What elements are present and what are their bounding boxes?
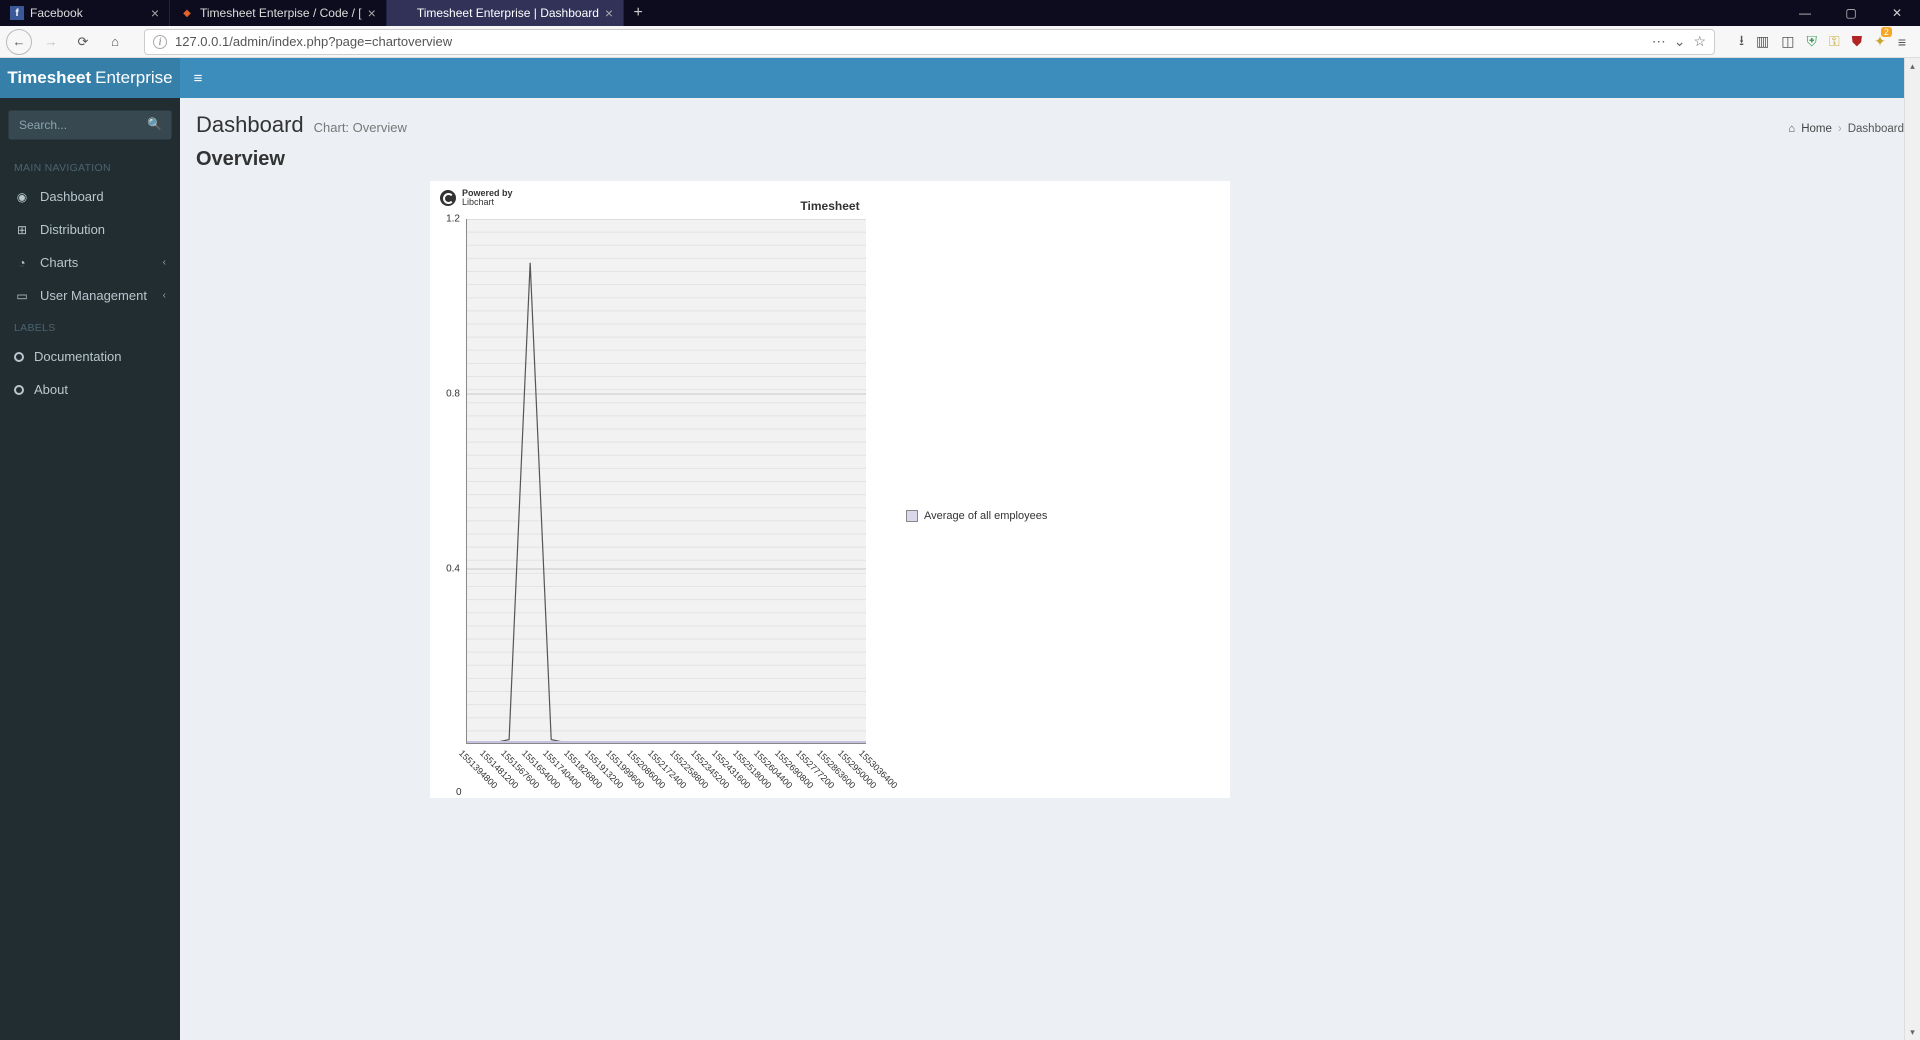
url-bar[interactable]: i 127.0.0.1/admin/index.php?page=chartov… <box>144 29 1715 55</box>
extension-badge-icon[interactable]: ✦ <box>1874 33 1886 50</box>
sidebar-item-label: About <box>34 382 68 397</box>
sidebar-header-main: MAIN NAVIGATION <box>0 152 180 180</box>
laptop-icon: ▭ <box>14 289 30 303</box>
scroll-down-icon[interactable]: ▾ <box>1905 1024 1920 1040</box>
tab-title: Timesheet Enterprise | Dashboard <box>417 6 599 20</box>
libchart-logo-icon <box>440 190 456 206</box>
vertical-scrollbar[interactable]: ▴ ▾ <box>1904 58 1920 1040</box>
site-info-icon[interactable]: i <box>153 35 167 49</box>
browser-tab-facebook[interactable]: f Facebook × <box>0 0 170 26</box>
window-controls: — ▢ ✕ <box>1782 0 1920 26</box>
close-icon[interactable]: × <box>605 5 613 21</box>
sidebar-item-label: Dashboard <box>40 189 104 204</box>
main-content: ≡ Dashboard Chart: Overview ⌂ Home › Das… <box>180 58 1920 1040</box>
breadcrumb-home[interactable]: Home <box>1801 123 1832 135</box>
menu-icon[interactable]: ≡ <box>1898 34 1906 50</box>
app-topbar: ≡ <box>180 58 1920 98</box>
breadcrumb: ⌂ Home › Dashboard <box>1788 123 1904 135</box>
sidebar-item-charts[interactable]: ◔ Charts ‹ <box>0 246 180 279</box>
brand-light: Enterprise <box>95 68 172 88</box>
shield-icon[interactable]: ⛨ <box>1806 33 1817 50</box>
breadcrumb-sep: › <box>1838 123 1842 135</box>
reload-button[interactable]: ⟳ <box>70 29 96 55</box>
sidebar-item-label: Distribution <box>40 222 105 237</box>
close-window-button[interactable]: ✕ <box>1874 0 1920 26</box>
sidebar-icon[interactable]: ◫ <box>1781 33 1794 50</box>
sidebar-item-label: Charts <box>40 255 78 270</box>
legend-label: Average of all employees <box>924 510 1047 522</box>
scroll-up-icon[interactable]: ▴ <box>1905 58 1920 74</box>
y-tick: 0.4 <box>446 564 460 575</box>
tab-title: Facebook <box>30 6 83 20</box>
bookmark-icon[interactable]: ☆ <box>1694 33 1707 50</box>
pocket-icon[interactable]: ⌄ <box>1674 33 1686 50</box>
chevron-left-icon: ‹ <box>163 290 166 301</box>
chevron-left-icon: ‹ <box>163 257 166 268</box>
y-tick: 1.2 <box>446 214 460 225</box>
y-tick: 0.8 <box>446 389 460 400</box>
chart-title: Timesheet <box>436 199 1224 213</box>
sidebar-label-about[interactable]: About <box>0 373 180 406</box>
favicon-code: ◆ <box>180 6 194 20</box>
chart-plot <box>466 219 866 744</box>
charts-icon: ◔ <box>14 256 30 270</box>
legend-swatch-icon <box>906 510 918 522</box>
y-tick-0: 0 <box>456 787 462 798</box>
sidebar-item-dashboard[interactable]: ◉ Dashboard <box>0 180 180 213</box>
section-title: Overview <box>180 142 1920 181</box>
key-icon[interactable]: ⚿ <box>1829 33 1840 50</box>
x-axis-labels: 1551394800155148120015515676001551654000… <box>466 744 866 792</box>
browser-titlebar: f Facebook × ◆ Timesheet Enterpise / Cod… <box>0 0 1920 26</box>
home-icon: ⌂ <box>1788 123 1795 135</box>
favicon-blank <box>397 6 411 20</box>
close-icon[interactable]: × <box>151 5 159 21</box>
sidebar-header-labels: LABELS <box>0 312 180 340</box>
circle-yellow-icon <box>14 385 24 395</box>
ublock-icon[interactable]: ⛊ <box>1852 33 1863 50</box>
sidebar-item-label: Documentation <box>34 349 121 364</box>
sidebar: Timesheet Enterprise 🔍 MAIN NAVIGATION ◉… <box>0 58 180 1040</box>
brand[interactable]: Timesheet Enterprise <box>0 58 180 98</box>
browser-tab-dashboard[interactable]: Timesheet Enterprise | Dashboard × <box>387 0 624 26</box>
search-icon[interactable]: 🔍 <box>147 117 162 131</box>
brand-bold: Timesheet <box>7 68 91 88</box>
libchart-text: Powered by Libchart <box>462 189 513 207</box>
home-button[interactable]: ⌂ <box>102 29 128 55</box>
chart-body: 0.40.81.2 0 1551394800155148120015515676… <box>436 219 1224 792</box>
content-header: Dashboard Chart: Overview ⌂ Home › Dashb… <box>180 98 1920 142</box>
browser-tabs: f Facebook × ◆ Timesheet Enterpise / Cod… <box>0 0 652 26</box>
sidebar-search: 🔍 <box>8 110 172 140</box>
chart-container: Powered by Libchart Timesheet 0.40.81.2 … <box>430 181 1230 798</box>
app-viewport: Timesheet Enterprise 🔍 MAIN NAVIGATION ◉… <box>0 58 1920 1040</box>
breadcrumb-current: Dashboard <box>1848 123 1904 135</box>
more-icon[interactable]: ⋯ <box>1652 33 1666 50</box>
circle-red-icon <box>14 352 24 362</box>
downloads-icon[interactable]: ⭳ <box>1739 30 1744 54</box>
browser-tab-code[interactable]: ◆ Timesheet Enterpise / Code / [ × <box>170 0 387 26</box>
url-text: 127.0.0.1/admin/index.php?page=chartover… <box>175 34 452 49</box>
browser-toolbar: ← → ⟳ ⌂ i 127.0.0.1/admin/index.php?page… <box>0 26 1920 58</box>
forward-button[interactable]: → <box>38 29 64 55</box>
maximize-button[interactable]: ▢ <box>1828 0 1874 26</box>
plot-wrap: 0 15513948001551481200155156760015516540… <box>466 219 866 792</box>
back-button[interactable]: ← <box>6 29 32 55</box>
sidebar-label-documentation[interactable]: Documentation <box>0 340 180 373</box>
minimize-button[interactable]: — <box>1782 0 1828 26</box>
page-title: Dashboard <box>196 112 304 138</box>
distribution-icon: ⊞ <box>14 223 30 237</box>
y-axis: 0.40.81.2 <box>436 219 466 792</box>
page-subtitle: Chart: Overview <box>314 120 407 135</box>
favicon-facebook: f <box>10 6 24 20</box>
sidebar-item-label: User Management <box>40 288 147 303</box>
close-icon[interactable]: × <box>368 5 376 21</box>
chart-legend: Average of all employees <box>906 239 1047 792</box>
dashboard-icon: ◉ <box>14 190 30 204</box>
sidebar-item-distribution[interactable]: ⊞ Distribution <box>0 213 180 246</box>
toolbar-right-icons: ⭳ ▥ ◫ ⛨ ⚿ ⛊ ✦ ≡ <box>1731 30 1914 54</box>
tab-title: Timesheet Enterpise / Code / [ <box>200 6 362 20</box>
new-tab-button[interactable]: + <box>624 0 652 26</box>
sidebar-toggle-button[interactable]: ≡ <box>180 58 216 98</box>
sidebar-item-user-management[interactable]: ▭ User Management ‹ <box>0 279 180 312</box>
library-icon[interactable]: ▥ <box>1756 33 1769 50</box>
